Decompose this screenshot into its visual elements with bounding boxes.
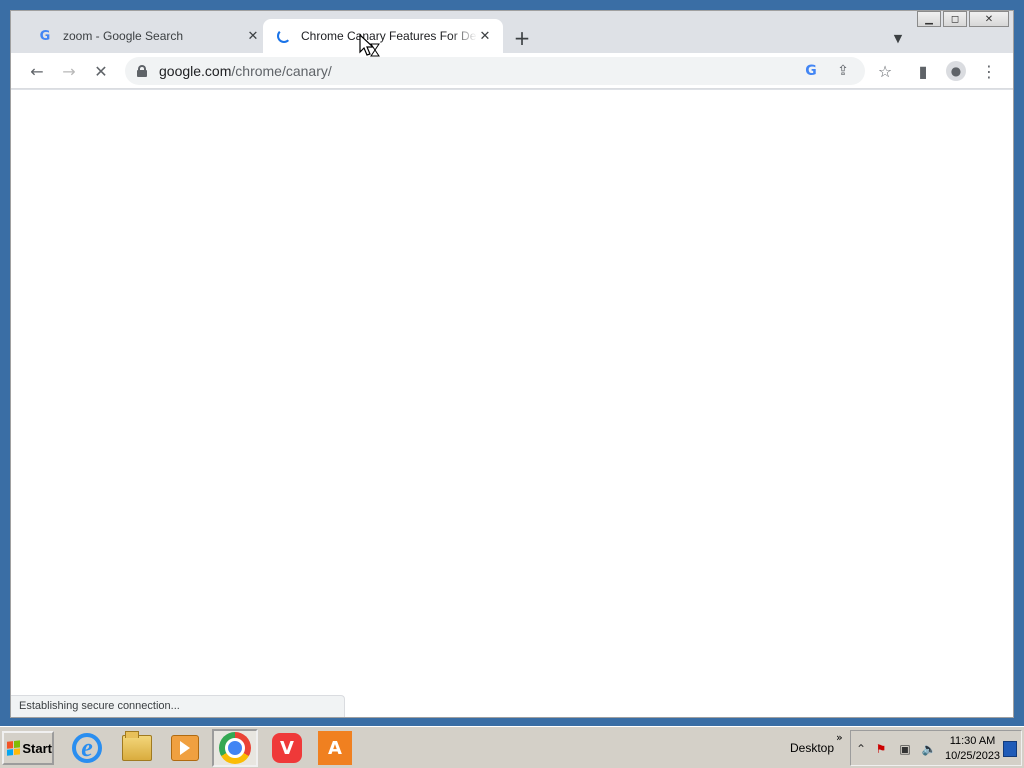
show-hidden-icons-icon[interactable]: ⌃ [853, 741, 869, 757]
tab-zoom-search[interactable]: G zoom - Google Search ✕ [23, 19, 271, 53]
profile-avatar-icon[interactable]: ● [942, 57, 970, 85]
tab-title: zoom - Google Search [63, 29, 184, 43]
clock[interactable]: 11:30 AM 10/25/2023 [945, 734, 1000, 764]
share-icon[interactable]: ⇪ [833, 61, 853, 81]
clock-time: 11:30 AM [949, 735, 996, 747]
start-button[interactable]: Start [2, 731, 54, 765]
action-center-flag-icon[interactable]: ⚑ [873, 741, 889, 757]
mouse-cursor-icon [359, 34, 380, 57]
browser-window: G zoom - Google Search ✕ Chrome Canary F… [10, 10, 1014, 718]
back-button[interactable]: ← [23, 57, 51, 85]
stop-loading-button[interactable]: ✕ [87, 57, 115, 85]
loading-spinner-icon [277, 29, 291, 43]
minimize-button[interactable]: ▁ [917, 11, 941, 27]
tab-search-chevron-icon[interactable]: ▼ [887, 27, 909, 49]
clock-date: 10/25/2023 [945, 750, 1001, 762]
desktop-toolbar-label[interactable]: Desktop [790, 741, 834, 755]
window-controls: ▁ ◻ ✕ [917, 11, 1009, 27]
tab-close-icon[interactable]: ✕ [477, 28, 493, 44]
bookmark-star-icon[interactable]: ☆ [871, 57, 899, 85]
vivaldi-icon[interactable]: V [264, 729, 310, 767]
page-viewport[interactable]: Establishing secure connection... [11, 90, 1013, 717]
forward-button[interactable]: → [55, 57, 83, 85]
url-text[interactable]: google.com/chrome/canary/ [159, 63, 332, 79]
windows-flag-icon [7, 740, 21, 756]
internet-explorer-icon[interactable]: e [64, 729, 110, 767]
media-player-icon[interactable] [162, 729, 208, 767]
tab-chrome-canary[interactable]: Chrome Canary Features For Developers ✕ [263, 19, 503, 53]
menu-kebab-icon[interactable]: ⋮ [975, 57, 1003, 85]
taskbar: Start e V A Desktop » ⌃ ⚑ ▣ 🔈 11:30 AM 1… [0, 726, 1024, 768]
tab-close-icon[interactable]: ✕ [245, 28, 261, 44]
toolbar-expand-icon[interactable]: » [836, 731, 843, 744]
start-label: Start [22, 740, 52, 756]
volume-muted-icon[interactable]: 🔈 [921, 741, 937, 757]
network-icon[interactable]: ▣ [897, 741, 913, 757]
new-tab-button[interactable]: + [511, 26, 533, 50]
address-bar[interactable]: google.com/chrome/canary/ G ⇪ [125, 57, 865, 85]
browser-toolbar: ← → ✕ google.com/chrome/canary/ G ⇪ ☆ ▮ … [11, 53, 1013, 89]
maximize-button[interactable]: ◻ [943, 11, 967, 27]
show-desktop-icon[interactable] [1003, 741, 1017, 757]
system-tray: ⌃ ⚑ ▣ 🔈 11:30 AM 10/25/2023 [850, 730, 1022, 766]
side-panel-icon[interactable]: ▮ [909, 57, 937, 85]
tab-title: Chrome Canary Features For Developers [301, 29, 477, 43]
google-g-icon: G [39, 28, 51, 44]
tab-strip: G zoom - Google Search ✕ Chrome Canary F… [11, 11, 1013, 53]
close-window-button[interactable]: ✕ [969, 11, 1009, 27]
status-bubble: Establishing secure connection... [11, 695, 345, 717]
lock-icon[interactable] [137, 65, 147, 77]
google-lens-icon[interactable]: G [801, 61, 821, 81]
chrome-icon[interactable] [212, 729, 258, 767]
file-explorer-icon[interactable] [114, 729, 160, 767]
avast-icon[interactable]: A [312, 729, 358, 767]
